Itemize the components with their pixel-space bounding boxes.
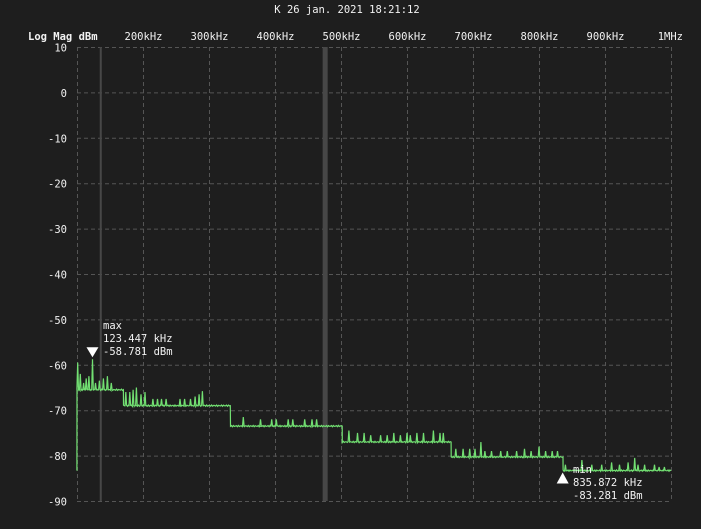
y-tick-label: -50 [48, 315, 67, 327]
chart-title: K 26 jan. 2021 18:21:12 [274, 4, 419, 16]
x-tick-label: 700kHz [455, 31, 493, 43]
x-tick-label: 800kHz [521, 31, 559, 43]
marker-label: min [573, 464, 592, 476]
y-tick-label: -40 [48, 270, 67, 282]
x-tick-label: 300kHz [191, 31, 229, 43]
grid [77, 47, 672, 502]
y-axis-label: Log Mag dBm [28, 31, 98, 43]
y-tick-label: -70 [48, 406, 67, 418]
y-tick-label: 0 [61, 88, 67, 100]
marker-triangle-down-icon[interactable] [86, 347, 99, 358]
y-tick-label: -30 [48, 224, 67, 236]
x-tick-label: 600kHz [389, 31, 427, 43]
marker-max[interactable]: max123.447 kHz-58.781 dBm [86, 320, 173, 358]
marker-label: max [103, 320, 122, 332]
y-tick-label: -60 [48, 360, 67, 372]
cursor-line[interactable] [322, 47, 328, 501]
x-tick-labels: 200kHz 300kHz 400kHz 500kHz 600kHz 700kHz 800k… [125, 31, 683, 43]
marker-freq: 835.872 kHz [573, 477, 643, 489]
marker-freq: 123.447 kHz [103, 333, 173, 345]
x-tick-label: 900kHz [587, 31, 625, 43]
marker-value: -58.781 dBm [103, 346, 173, 358]
trace-line [76, 359, 672, 473]
cursor-line[interactable] [99, 47, 102, 501]
marker-value: -83.281 dBm [573, 490, 643, 502]
spectrum-chart: K 26 jan. 2021 18:21:12 Log Mag dBm 200k… [28, 4, 683, 509]
y-tick-label: -80 [48, 451, 67, 463]
marker-triangle-up-icon[interactable] [556, 472, 569, 484]
x-tick-label: 1MHz [658, 31, 683, 43]
x-tick-label: 200kHz [125, 31, 163, 43]
y-tick-label: -20 [48, 179, 67, 191]
y-tick-labels: 10 0 -10 -20 -30 -40 -50 -60 -70 -80 -90 [48, 43, 67, 509]
y-tick-label: -10 [48, 133, 67, 145]
x-tick-label: 500kHz [323, 31, 361, 43]
y-tick-label: 10 [54, 43, 67, 55]
y-tick-label: -90 [48, 497, 67, 509]
x-tick-label: 400kHz [257, 31, 295, 43]
